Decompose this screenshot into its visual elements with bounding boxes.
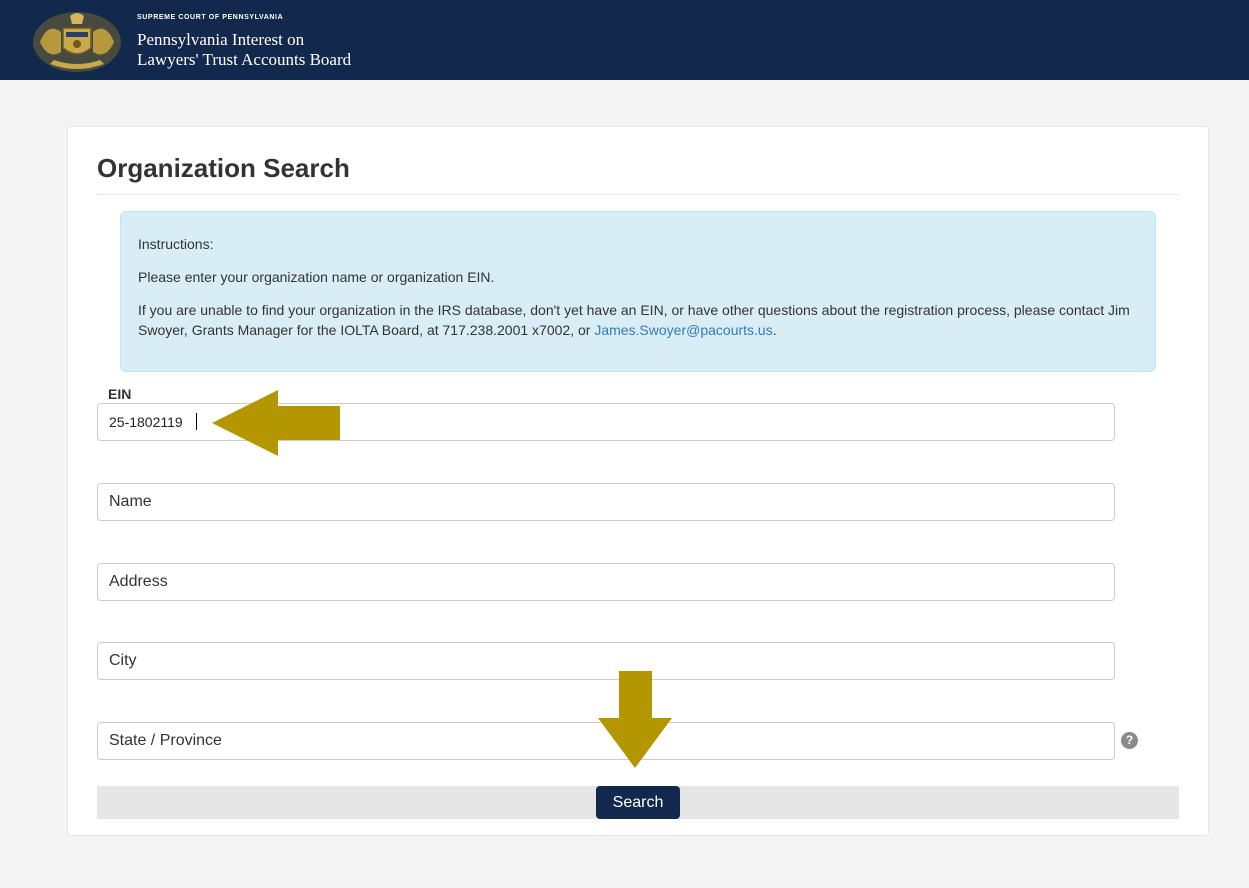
left-arrow-icon xyxy=(212,390,340,456)
instructions-box: Instructions: Please enter your organiza… xyxy=(120,211,1156,372)
search-button[interactable]: Search xyxy=(596,786,680,819)
ein-label: EIN xyxy=(108,386,132,402)
coat-of-arms-icon xyxy=(33,12,121,72)
instructions-line1: Please enter your organization name or o… xyxy=(138,269,495,285)
header-title[interactable]: Pennsylvania Interest on Lawyers' Trust … xyxy=(137,30,351,70)
address-input[interactable] xyxy=(97,563,1115,601)
instructions-line2: If you are unable to find your organizat… xyxy=(138,300,1137,340)
instructions-heading: Instructions: xyxy=(138,236,214,252)
question-circle-icon[interactable]: ? xyxy=(1121,732,1138,749)
instructions-trailing: . xyxy=(772,322,777,338)
header-title-line1: Pennsylvania Interest on xyxy=(137,30,305,49)
header-subtitle: SUPREME COURT OF PENNSYLVANIA xyxy=(137,14,284,21)
text-caret xyxy=(196,413,197,430)
title-divider xyxy=(97,194,1179,195)
name-input[interactable] xyxy=(97,483,1115,521)
down-arrow-icon xyxy=(598,671,672,768)
header-title-line2: Lawyers' Trust Accounts Board xyxy=(137,50,352,69)
page-title: Organization Search xyxy=(97,153,350,183)
email-link[interactable]: James.Swoyer@pacourts.us xyxy=(594,322,772,338)
site-header: SUPREME COURT OF PENNSYLVANIA Pennsylvan… xyxy=(0,0,1249,80)
